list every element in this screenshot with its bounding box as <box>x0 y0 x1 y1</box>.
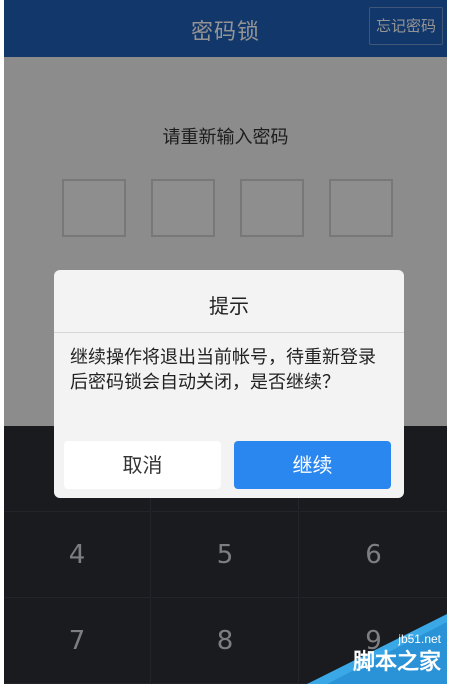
continue-button[interactable]: 继续 <box>234 441 391 489</box>
watermark: jb51.net 脚本之家 <box>307 614 447 684</box>
dialog-title: 提示 <box>209 294 249 318</box>
watermark-text: 脚本之家 <box>352 650 441 675</box>
cancel-button[interactable]: 取消 <box>64 441 221 489</box>
confirm-dialog: 提示 继续操作将退出当前帐号，待重新登录后密码锁会自动关闭，是否继续？ 取消 继… <box>54 270 404 498</box>
dialog-message: 继续操作将退出当前帐号，待重新登录后密码锁会自动关闭，是否继续？ <box>70 347 376 393</box>
dialog-divider <box>54 332 404 333</box>
app-screen: 密码锁 忘记密码 请重新输入密码 1 2 3 4 5 6 7 8 9 提示 继续… <box>4 0 447 684</box>
